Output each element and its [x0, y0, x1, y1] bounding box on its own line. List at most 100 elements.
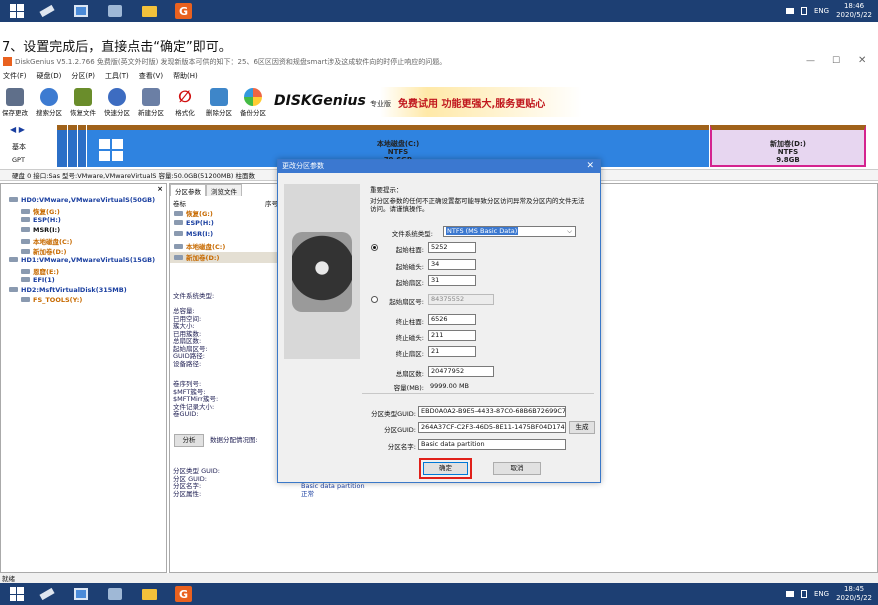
monitor-app-icon[interactable]	[72, 3, 89, 19]
taskbar-bottom: G ENG 18:45 2020/5/22	[0, 583, 878, 605]
tree-item[interactable]: ESP(H:)	[21, 216, 61, 224]
type-guid-label: 分区类型GUID:	[371, 410, 416, 418]
app-titlebar: DiskGenius V5.1.2.766 免费版(英文外时版) 发现新版本可供…	[0, 54, 878, 70]
ok-button[interactable]: 确定	[423, 462, 468, 475]
end-head-input[interactable]: 211	[428, 330, 476, 341]
partition-name-label: 分区名字:	[387, 443, 416, 451]
save-changes-button[interactable]: 保存更改	[2, 88, 28, 118]
maximize-button[interactable]: ☐	[832, 56, 840, 66]
end-sector-input[interactable]: 21	[428, 346, 476, 357]
end-cylinder-input[interactable]: 6526	[428, 314, 476, 325]
partition-seg-recovery[interactable]	[57, 125, 67, 167]
toolbar: 保存更改 搜索分区 恢复文件 快速分区 新建分区 ∅ 格式化 删除分区 备份分区 …	[0, 85, 878, 120]
partition-list-item[interactable]: MSR(I:)	[170, 230, 279, 241]
quick-partition-button[interactable]: 快速分区	[104, 88, 130, 118]
clock[interactable]: 18:45 2020/5/22	[836, 585, 872, 603]
start-cylinder-label: 起始柱面:	[395, 246, 424, 254]
partition-list-item[interactable]: ESP(H:)	[170, 219, 279, 230]
partition-guid-input[interactable]: 264A37CF-C2F3-46D5-8E11-1475BF04D174	[418, 422, 566, 433]
total-sectors-input[interactable]: 20477952	[428, 366, 494, 377]
language-indicator[interactable]: ENG	[814, 590, 829, 598]
menu-item[interactable]: 工具(T)	[105, 71, 129, 84]
partition-list-item[interactable]: 恢复(G:)	[170, 208, 279, 219]
tree-item[interactable]: MSR(I:)	[21, 226, 60, 234]
monitor-app-icon[interactable]	[72, 586, 89, 602]
backup-partition-button[interactable]: 备份分区	[240, 88, 266, 118]
start-lba-label: 起始扇区号:	[389, 298, 424, 306]
tree-item[interactable]: HD0:VMware,VMwareVirtualS(50GB)	[9, 196, 155, 204]
tab-browse-files[interactable]: 浏览文件	[206, 184, 242, 196]
tree-item[interactable]: HD2:MsftVirtualDisk(315MB)	[9, 286, 127, 294]
tree-item[interactable]: EFI(1)	[21, 276, 55, 284]
windows-start-icon[interactable]	[8, 586, 25, 602]
menu-item[interactable]: 帮助(H)	[173, 71, 198, 84]
volume-tray-icon[interactable]	[801, 7, 807, 15]
tab-partition-params[interactable]: 分区参数	[170, 184, 206, 196]
start-head-input[interactable]: 34	[428, 259, 476, 270]
partition-seg-d[interactable]: 新加卷(D:) NTFS 9.8GB	[710, 125, 866, 167]
type-guid-input[interactable]: EBD0A0A2-B9E5-4433-87C0-68B6B72699C7	[418, 406, 566, 417]
tree-item[interactable]: FS_TOOLS(Y:)	[21, 296, 82, 304]
tree-item[interactable]: 恩窟(E:)	[21, 266, 59, 276]
analyze-label: 数据分配情况图:	[210, 436, 258, 444]
tree-close-icon[interactable]: ×	[157, 185, 163, 193]
pen-tool-icon[interactable]	[38, 3, 55, 19]
start-sector-input[interactable]: 31	[428, 275, 476, 286]
menu-item[interactable]: 查看(V)	[139, 71, 163, 84]
backup-icon	[244, 88, 262, 106]
disk-tree: × HD0:VMware,VMwareVirtualS(50GB) 恢复(G:) E…	[0, 183, 167, 573]
nav-arrows[interactable]: ◀ ▶	[10, 125, 25, 134]
pen-tool-icon[interactable]	[38, 586, 55, 602]
partition-list-header: 卷标 序号	[173, 200, 278, 208]
network-app-icon[interactable]	[106, 586, 123, 602]
network-app-icon[interactable]	[106, 3, 123, 19]
volume-tray-icon[interactable]	[801, 590, 807, 598]
language-indicator[interactable]: ENG	[814, 7, 829, 15]
minimize-button[interactable]: —	[806, 56, 815, 66]
start-lba-input[interactable]: 84375552	[428, 294, 494, 305]
partition-seg-esp[interactable]	[68, 125, 77, 167]
promo-banner[interactable]: DISKGenius 专业版 免费试用 功能更强大,服务更贴心	[272, 87, 582, 117]
total-sectors-label: 总扇区数:	[395, 370, 424, 378]
status-bar: 就绪	[0, 573, 878, 583]
tree-item[interactable]: 本地磁盘(C:)	[21, 236, 72, 246]
fs-type-select[interactable]: NTFS (MS Basic Data) ⌵	[443, 226, 576, 237]
tree-item[interactable]: 新加卷(D:)	[21, 246, 66, 256]
partition-list: 卷标 序号 恢复(G:) ESP(H:) MSR(I:) 本地磁盘(C:) 新加卷(D:)	[170, 198, 279, 263]
partition-seg-msr[interactable]	[78, 125, 86, 167]
disk-icon	[9, 257, 18, 262]
menu-item[interactable]: 分区(P)	[71, 71, 95, 84]
magnifier-icon	[40, 88, 58, 106]
diskgenius-taskbar-icon[interactable]: G	[175, 3, 192, 19]
network-tray-icon[interactable]	[786, 591, 794, 597]
new-partition-button[interactable]: 新建分区	[138, 88, 164, 118]
partition-list-item[interactable]: 本地磁盘(C:)	[170, 241, 279, 252]
generate-guid-button[interactable]: 生成	[569, 421, 595, 434]
fs-info-labels-2: 卷序列号: $MFT簇号: $MFTMirr簇号: 文件记录大小: 卷GUID:	[173, 380, 218, 419]
close-button[interactable]: ✕	[858, 55, 866, 66]
clock[interactable]: 18:46 2020/5/22	[836, 2, 872, 20]
partition-name-input[interactable]: Basic data partition	[418, 439, 566, 450]
tree-item[interactable]: 恢复(G:)	[21, 206, 60, 216]
folder-icon[interactable]	[141, 3, 158, 19]
banner-tag: 专业版	[370, 100, 391, 108]
format-button[interactable]: ∅ 格式化	[172, 88, 198, 118]
analyze-button[interactable]: 分析	[174, 434, 204, 447]
menu-item[interactable]: 硬盘(D)	[37, 71, 62, 84]
dialog-close-icon[interactable]: ✕	[586, 160, 594, 173]
recover-files-button[interactable]: 恢复文件	[70, 88, 96, 118]
cancel-button[interactable]: 取消	[493, 462, 541, 475]
info-label: 分区属性:	[173, 489, 202, 498]
start-cylinder-input[interactable]: 5252	[428, 242, 476, 253]
menu-item[interactable]: 文件(F)	[3, 71, 27, 84]
banner-text: 免费试用 功能更强大,服务更贴心	[398, 99, 546, 110]
network-tray-icon[interactable]	[786, 8, 794, 14]
diskgenius-taskbar-icon[interactable]: G	[175, 586, 192, 602]
hard-disk-icon	[292, 232, 352, 312]
windows-start-icon[interactable]	[8, 3, 25, 19]
folder-icon[interactable]	[141, 586, 158, 602]
search-partition-button[interactable]: 搜索分区	[36, 88, 62, 118]
partition-list-item[interactable]: 新加卷(D:)	[170, 252, 279, 263]
delete-partition-button[interactable]: 删除分区	[206, 88, 232, 118]
tree-item[interactable]: HD1:VMware,VMwareVirtualS(15GB)	[9, 256, 155, 264]
